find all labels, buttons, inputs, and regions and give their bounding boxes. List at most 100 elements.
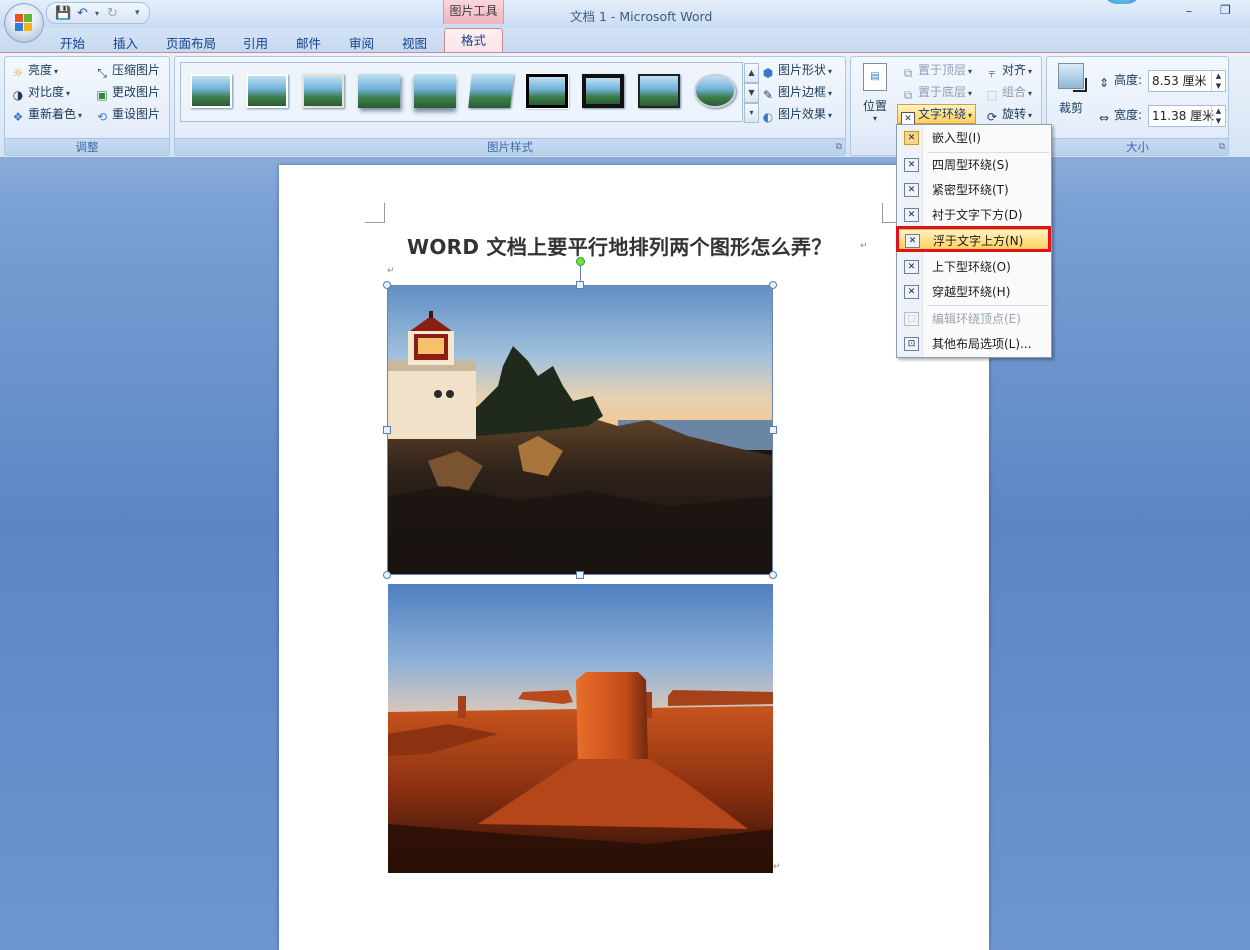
- size-group-label: 大小: [1047, 138, 1228, 155]
- text-wrap-button[interactable]: ✕ 文字环绕 ▾: [897, 104, 977, 126]
- picture-effects-icon: ◐: [762, 110, 774, 124]
- picture-style-thumb[interactable]: [358, 74, 400, 108]
- send-to-back-button[interactable]: ⧉ 置于底层 ▾: [901, 83, 972, 102]
- redo-icon[interactable]: ↻: [107, 6, 118, 21]
- resize-handle-bottom-right[interactable]: [769, 571, 777, 579]
- menu-item-tight-wrap[interactable]: ✕ 紧密型环绕(T): [898, 179, 1050, 201]
- gallery-scroll-up[interactable]: ▲: [744, 63, 759, 83]
- size-launcher-icon[interactable]: ⧉: [1219, 142, 1225, 152]
- menu-item-behind-text[interactable]: ✕ 衬于文字下方(D): [898, 204, 1050, 226]
- lighthouse-picture[interactable]: [387, 285, 773, 575]
- position-button[interactable]: ▤ 位置 ▾: [857, 61, 893, 125]
- save-icon[interactable]: 💾: [55, 6, 71, 21]
- undo-dropdown-icon[interactable]: ▾: [95, 9, 99, 18]
- picture-style-gallery: ▲ ▼ ▾: [180, 62, 759, 123]
- desert-picture[interactable]: [388, 584, 773, 873]
- tab-page-layout[interactable]: 页面布局: [166, 33, 216, 52]
- reset-picture-button[interactable]: ⟲ 重设图片: [95, 105, 160, 124]
- adjust-group: ☼ 亮度 ▾ ◑ 对比度 ▾ ❖ 重新着色 ▾ ⤡ 压缩图片 ▣ 更改图片 ⟲ 重设图片 调整: [4, 56, 170, 156]
- tab-references[interactable]: 引用: [243, 33, 268, 52]
- ribbon: ☼ 亮度 ▾ ◑ 对比度 ▾ ❖ 重新着色 ▾ ⤡ 压缩图片 ▣ 更改图片 ⟲ 重设图片 调整 ▲…: [0, 52, 1250, 158]
- through-wrap-icon: ✕: [904, 285, 919, 299]
- width-label: ⇔ 宽度:: [1098, 108, 1143, 125]
- adjust-group-label: 调整: [5, 138, 169, 155]
- document-heading[interactable]: WORD 文档上要平行地排列两个图形怎么弄？: [407, 231, 832, 260]
- menu-item-more-layout-options[interactable]: ⊡ 其他布局选项(L)...: [898, 333, 1050, 355]
- picture-style-thumb[interactable]: [525, 73, 569, 109]
- height-icon: ⇕: [1098, 76, 1110, 90]
- tight-wrap-icon: ✕: [904, 183, 919, 197]
- picture-style-thumb[interactable]: [582, 74, 624, 108]
- rotate-button[interactable]: ⟳ 旋转 ▾: [985, 105, 1032, 124]
- picture-style-thumb[interactable]: [414, 74, 456, 108]
- menu-item-inline[interactable]: ✕ 嵌入型(I): [898, 127, 1050, 149]
- office-button[interactable]: [4, 3, 44, 43]
- width-icon: ⇔: [1098, 111, 1110, 125]
- minimize-button[interactable]: –: [1186, 4, 1192, 18]
- more-layout-options-icon: ⊡: [904, 337, 919, 351]
- brightness-button[interactable]: ☼ 亮度 ▾: [11, 61, 58, 80]
- compress-pictures-button[interactable]: ⤡ 压缩图片: [95, 61, 160, 80]
- resize-handle-bottom[interactable]: [576, 571, 584, 579]
- window-title: 文档 1 - Microsoft Word: [570, 9, 713, 24]
- rotate-icon: ⟳: [986, 110, 998, 124]
- rotation-handle[interactable]: [576, 257, 585, 266]
- customize-qat-icon[interactable]: ▾: [135, 8, 140, 18]
- picture-style-thumb[interactable]: [468, 74, 514, 108]
- resize-handle-top[interactable]: [576, 281, 584, 289]
- picture-border-button[interactable]: ✎ 图片边框 ▾: [761, 83, 832, 102]
- crop-button[interactable]: 裁剪: [1053, 61, 1089, 121]
- resize-handle-right[interactable]: [769, 426, 777, 434]
- picture-style-thumb[interactable]: [246, 74, 288, 108]
- resize-handle-top-left[interactable]: [383, 281, 391, 289]
- reset-picture-icon: ⟲: [96, 110, 108, 124]
- width-spinner[interactable]: 11.38 厘米 ▲ ▼: [1148, 105, 1226, 127]
- position-icon: ▤: [863, 63, 887, 91]
- picture-style-thumb[interactable]: [638, 74, 680, 108]
- change-picture-button[interactable]: ▣ 更改图片: [95, 83, 160, 102]
- quick-access-toolbar: 💾 ↶ ▾ ↻ ▾: [46, 2, 150, 24]
- square-wrap-icon: ✕: [904, 158, 919, 172]
- gallery-more[interactable]: ▾: [744, 103, 759, 123]
- margin-mark: [365, 203, 385, 223]
- tab-format[interactable]: 格式: [444, 28, 503, 53]
- picture-shape-button[interactable]: ⬢ 图片形状 ▾: [761, 61, 832, 80]
- undo-icon[interactable]: ↶: [77, 6, 88, 21]
- picture-styles-launcher-icon[interactable]: ⧉: [836, 142, 842, 152]
- menu-item-top-bottom-wrap[interactable]: ✕ 上下型环绕(O): [898, 256, 1050, 278]
- tab-view[interactable]: 视图: [402, 33, 427, 52]
- width-spin-arrows[interactable]: ▲ ▼: [1211, 106, 1225, 126]
- tab-review[interactable]: 审阅: [349, 33, 374, 52]
- height-spin-arrows[interactable]: ▲ ▼: [1211, 71, 1225, 91]
- recolor-button[interactable]: ❖ 重新着色 ▾: [11, 105, 82, 124]
- height-spinner[interactable]: 8.53 厘米 ▲ ▼: [1148, 70, 1226, 92]
- picture-style-thumb[interactable]: [302, 74, 344, 108]
- picture-shape-icon: ⬢: [762, 66, 774, 80]
- tab-home[interactable]: 开始: [60, 33, 85, 52]
- resize-handle-bottom-left[interactable]: [383, 571, 391, 579]
- lighthouse-image: [388, 286, 772, 574]
- group-button[interactable]: ⬚ 组合 ▾: [985, 83, 1032, 102]
- tab-insert[interactable]: 插入: [113, 33, 138, 52]
- align-button[interactable]: ⫧ 对齐 ▾: [985, 61, 1032, 80]
- resize-handle-top-right[interactable]: [769, 281, 777, 289]
- menu-item-square-wrap[interactable]: ✕ 四周型环绕(S): [898, 154, 1050, 176]
- highlight-annotation-box: [896, 226, 1051, 252]
- picture-effects-button[interactable]: ◐ 图片效果 ▾: [761, 105, 832, 124]
- picture-style-thumb[interactable]: [190, 74, 232, 108]
- contrast-button[interactable]: ◑ 对比度 ▾: [11, 83, 70, 102]
- menu-item-through-wrap[interactable]: ✕ 穿越型环绕(H): [898, 281, 1050, 303]
- edit-wrap-points-icon: ⬚: [904, 312, 919, 326]
- bring-to-front-button[interactable]: ⧉ 置于顶层 ▾: [901, 61, 972, 80]
- picture-style-thumb[interactable]: [694, 74, 736, 108]
- help-globe-icon[interactable]: [1103, 0, 1141, 4]
- picture-tools-context-label: 图片工具: [443, 0, 504, 24]
- picture-styles-group: ▲ ▼ ▾ ⬢ 图片形状 ▾ ✎ 图片边框 ▾ ◐ 图片效果 ▾ 图片样式 ⧉: [174, 56, 846, 156]
- gallery-scroll-down[interactable]: ▼: [744, 83, 759, 103]
- document-page[interactable]: WORD 文档上要平行地排列两个图形怎么弄？ ↵ ↵ ↵: [279, 165, 989, 950]
- brightness-icon: ☼: [12, 66, 24, 80]
- paragraph-mark: ↵: [387, 266, 395, 276]
- resize-handle-left[interactable]: [383, 426, 391, 434]
- maximize-button[interactable]: ❐: [1220, 3, 1231, 17]
- tab-mailings[interactable]: 邮件: [296, 33, 321, 52]
